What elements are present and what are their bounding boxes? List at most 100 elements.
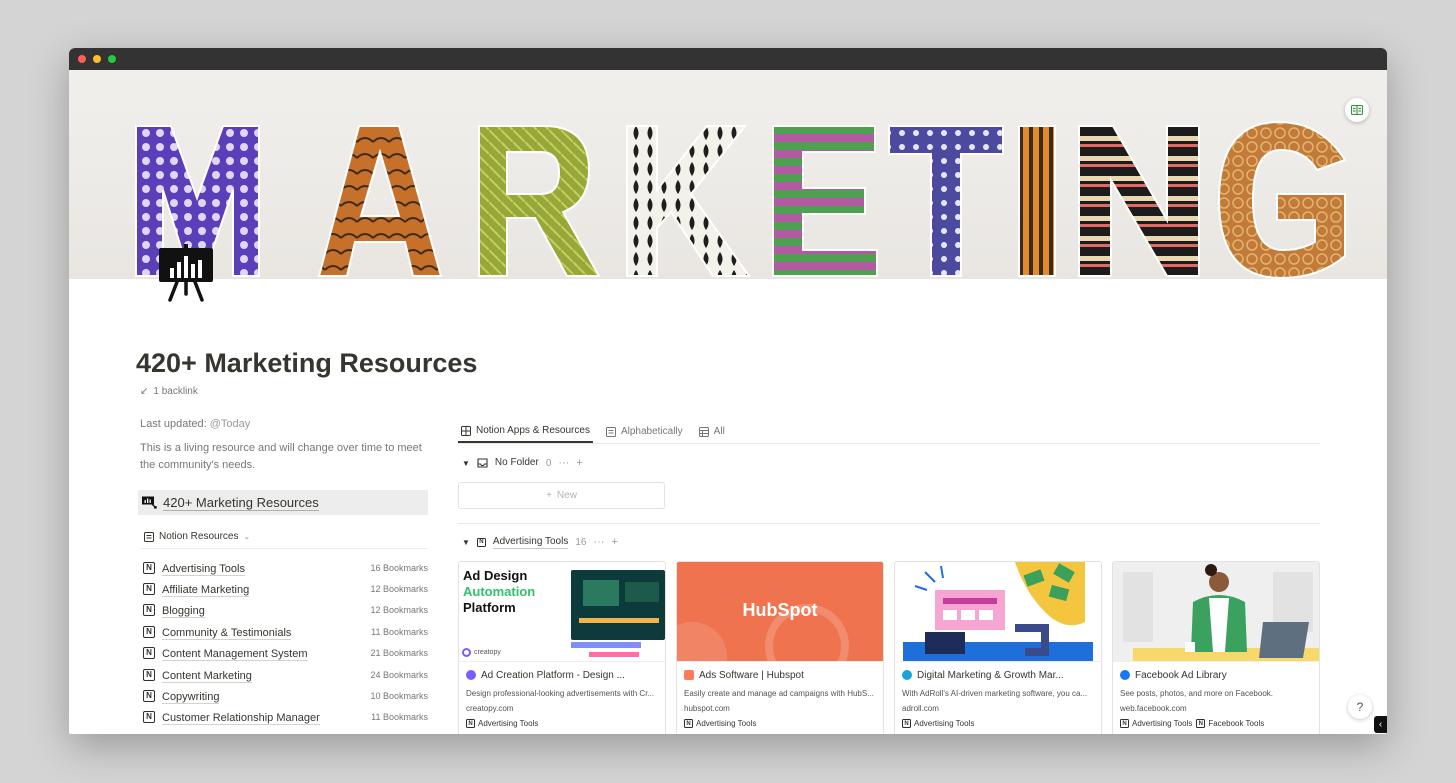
backlinks-link[interactable]: ↙ 1 backlink bbox=[140, 386, 198, 397]
maximize-window-button[interactable] bbox=[108, 55, 116, 63]
card-title: Ads Software | Hubspot bbox=[699, 669, 804, 681]
backlinks-label: 1 backlink bbox=[153, 386, 198, 397]
resource-name: Copywriting bbox=[162, 691, 220, 705]
divider bbox=[458, 523, 1320, 524]
group-header-no-folder: ▼ No Folder 0 ··· + bbox=[458, 448, 1320, 478]
board-icon bbox=[461, 425, 471, 436]
tag[interactable]: N Advertising Tools bbox=[466, 719, 538, 728]
tab-label: Notion Apps & Resources bbox=[476, 425, 590, 436]
tag[interactable]: N Facebook Tools bbox=[1196, 719, 1264, 728]
notion-icon: N bbox=[476, 537, 486, 547]
bookmark-count: 10 Bookmarks bbox=[370, 691, 428, 702]
card-cover-image bbox=[895, 562, 1101, 662]
notion-icon: N bbox=[143, 668, 155, 681]
bookmark-count: 11 Bookmarks bbox=[371, 626, 428, 637]
notion-icon: N bbox=[143, 583, 155, 596]
page-description: This is a living resource and will chang… bbox=[140, 442, 422, 471]
collapse-toggle-icon[interactable]: ▼ bbox=[462, 538, 470, 547]
notion-icon: N bbox=[902, 719, 911, 728]
tab-label: All bbox=[713, 426, 725, 437]
resource-name: Blogging bbox=[162, 605, 205, 619]
tag[interactable]: N Advertising Tools bbox=[902, 719, 974, 728]
reader-mode-button[interactable] bbox=[1345, 98, 1369, 122]
tab-alphabetically[interactable]: Alphabetically bbox=[603, 420, 686, 443]
list-item[interactable]: N Content Marketing 24 Bookmarks bbox=[140, 664, 428, 685]
bookmark-count: 11 Bookmarks bbox=[371, 712, 428, 723]
date-mention[interactable]: @Today bbox=[210, 418, 251, 430]
arrow-down-left-icon: ↙ bbox=[140, 386, 149, 397]
card-url: creatopy.com bbox=[466, 704, 514, 713]
list-item[interactable]: N Blogging 12 Bookmarks bbox=[140, 600, 428, 621]
add-icon[interactable]: + bbox=[576, 457, 582, 469]
view-selector-label: Notion Resources bbox=[159, 531, 239, 542]
bookmark-card[interactable]: Digital Marketing & Growth Mar... With A… bbox=[894, 561, 1102, 734]
facebook-favicon-icon bbox=[1120, 670, 1130, 680]
page-title: 420+ Marketing Resources bbox=[136, 348, 478, 378]
list-item[interactable]: N Customer Relationship Manager 11 Bookmar… bbox=[140, 707, 428, 728]
bookmark-card[interactable]: Ad Design Automation Platform creatopy A… bbox=[458, 561, 666, 734]
list-item[interactable]: N Content Management System 21 Bookmarks bbox=[140, 643, 428, 664]
list-item[interactable]: N Affiliate Marketing 12 Bookmarks bbox=[140, 578, 428, 599]
new-card-button[interactable]: + New bbox=[458, 482, 665, 509]
notion-icon: N bbox=[143, 690, 155, 703]
table-icon bbox=[698, 426, 709, 437]
collapse-toggle-icon[interactable]: ▼ bbox=[462, 459, 470, 468]
group-header-advertising-tools: ▼ N Advertising Tools 16 ··· + bbox=[458, 527, 1320, 557]
resource-name: Customer Relationship Manager bbox=[162, 712, 320, 726]
card-description: Easily create and manage ad campaigns wi… bbox=[684, 689, 874, 698]
bookmark-card[interactable]: HubSpot Ads Software | Hubspot Easily cr… bbox=[676, 561, 884, 734]
inbox-icon bbox=[477, 458, 488, 468]
creatopy-logo-icon bbox=[462, 648, 471, 657]
more-options-icon[interactable]: ··· bbox=[593, 536, 604, 548]
bookmark-card[interactable]: Facebook Ad Library See posts, photos, a… bbox=[1112, 561, 1320, 734]
resources-linked-page[interactable]: 420+ Marketing Resources bbox=[138, 490, 428, 515]
tag[interactable]: N Advertising Tools bbox=[684, 719, 756, 728]
notion-icon: N bbox=[143, 625, 155, 638]
collapse-panel-button[interactable]: ‹ bbox=[1374, 716, 1387, 733]
list-item[interactable]: N Community & Testimonials 11 Bookmarks bbox=[140, 621, 428, 642]
title-bar bbox=[69, 48, 1387, 70]
card-cover-image: Ad Design Automation Platform creatopy bbox=[459, 562, 665, 662]
list-item[interactable]: N Advertising Tools 16 Bookmarks bbox=[140, 557, 428, 578]
close-window-button[interactable] bbox=[78, 55, 86, 63]
card-description: See posts, photos, and more on Facebook. bbox=[1120, 689, 1273, 698]
list-item[interactable]: N Copywriting 10 Bookmarks bbox=[140, 685, 428, 706]
tab-notion-apps-resources[interactable]: Notion Apps & Resources bbox=[458, 420, 593, 443]
bookmark-count: 12 Bookmarks bbox=[370, 605, 428, 616]
page-sidebar-content: Last updated: @Today This is a living re… bbox=[138, 418, 428, 728]
resource-name: Content Marketing bbox=[162, 669, 252, 683]
card-cover-image bbox=[1113, 562, 1319, 662]
person-at-desk-illustration bbox=[1113, 562, 1319, 661]
chevron-down-icon: ⌄ bbox=[243, 532, 251, 541]
view-selector[interactable]: Notion Resources ⌄ bbox=[140, 529, 428, 549]
bookmark-count: 21 Bookmarks bbox=[370, 648, 428, 659]
hubspot-favicon-icon bbox=[684, 670, 694, 680]
notion-icon: N bbox=[143, 711, 155, 724]
help-button[interactable]: ? bbox=[1348, 695, 1372, 719]
notion-icon: N bbox=[466, 719, 475, 728]
add-icon[interactable]: + bbox=[611, 536, 617, 548]
tag-label: Advertising Tools bbox=[1132, 719, 1193, 728]
image-headline: Platform bbox=[463, 600, 516, 615]
resource-name: Advertising Tools bbox=[162, 562, 245, 576]
tab-all[interactable]: All bbox=[696, 420, 728, 443]
presentation-chart-icon[interactable] bbox=[157, 244, 215, 302]
group-count: 16 bbox=[575, 536, 587, 548]
marketing-letters-illustration bbox=[135, 120, 1347, 279]
tag-label: Facebook Tools bbox=[1208, 719, 1265, 728]
last-updated: Last updated: @Today bbox=[140, 418, 428, 430]
group-name[interactable]: Advertising Tools bbox=[492, 536, 569, 549]
image-brand: HubSpot bbox=[742, 600, 818, 620]
plus-icon: + bbox=[546, 490, 552, 501]
minimize-window-button[interactable] bbox=[93, 55, 101, 63]
tag[interactable]: N Advertising Tools bbox=[1120, 719, 1192, 728]
resource-list: N Advertising Tools 16 Bookmarks N Affiliat… bbox=[140, 557, 428, 728]
card-url: web.facebook.com bbox=[1120, 704, 1187, 713]
notion-icon: N bbox=[1120, 719, 1129, 728]
list-icon bbox=[144, 531, 154, 542]
adroll-favicon-icon bbox=[902, 670, 912, 680]
cover-image[interactable] bbox=[69, 70, 1387, 279]
view-tabs: Notion Apps & Resources Alphabetically A… bbox=[458, 420, 1320, 444]
more-options-icon[interactable]: ··· bbox=[558, 457, 569, 469]
card-description: With AdRoll's AI-driven marketing softwa… bbox=[902, 689, 1088, 698]
